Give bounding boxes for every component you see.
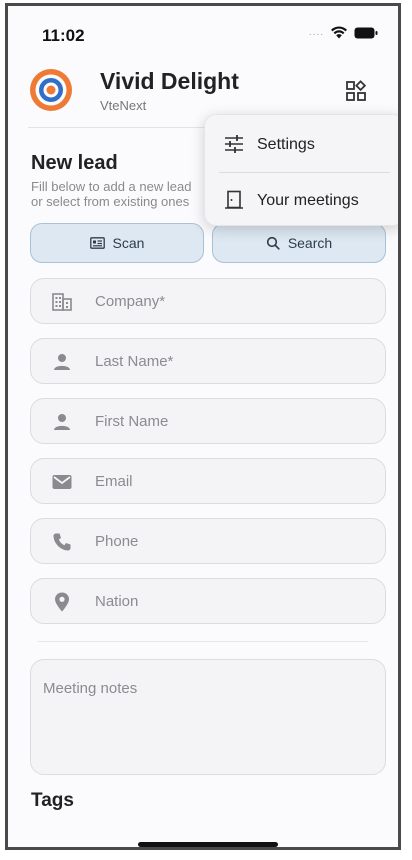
menu-item-label: Settings bbox=[257, 136, 315, 153]
person-icon bbox=[54, 414, 70, 430]
menu-item-settings[interactable]: Settings bbox=[205, 117, 398, 171]
door-icon bbox=[225, 190, 243, 209]
scan-button[interactable]: Scan bbox=[30, 223, 204, 263]
section-title: New lead bbox=[31, 152, 118, 174]
phone-icon bbox=[53, 533, 71, 551]
email-field[interactable]: Email bbox=[30, 458, 386, 504]
location-pin-icon bbox=[55, 592, 69, 612]
sliders-icon bbox=[225, 135, 243, 153]
company-placeholder: Company* bbox=[95, 293, 166, 310]
building-icon bbox=[52, 293, 72, 311]
person-icon bbox=[54, 354, 70, 370]
form-divider bbox=[38, 641, 368, 642]
nation-placeholder: Nation bbox=[95, 593, 139, 610]
nation-field[interactable]: Nation bbox=[30, 578, 386, 624]
battery-icon bbox=[354, 27, 378, 38]
status-icons: .... bbox=[309, 26, 378, 39]
meeting-notes-placeholder: Meeting notes bbox=[43, 680, 138, 697]
search-button[interactable]: Search bbox=[212, 223, 386, 263]
app-subtitle: VteNext bbox=[100, 98, 147, 113]
wifi-icon bbox=[331, 26, 347, 39]
first-name-field[interactable]: First Name bbox=[30, 398, 386, 444]
search-label: Search bbox=[287, 235, 333, 251]
tags-title: Tags bbox=[31, 790, 74, 811]
last-name-field[interactable]: Last Name* bbox=[30, 338, 386, 384]
id-card-icon bbox=[89, 237, 105, 249]
company-field[interactable]: Company* bbox=[30, 278, 386, 324]
section-description: Fill below to add a new lead or select f… bbox=[31, 179, 192, 209]
home-indicator[interactable] bbox=[138, 842, 278, 847]
grid-icon[interactable] bbox=[344, 79, 368, 103]
status-bar: 11:02 .... bbox=[8, 6, 398, 62]
phone-field[interactable]: Phone bbox=[30, 518, 386, 564]
popup-menu: Settings Your meetings bbox=[204, 114, 398, 227]
email-placeholder: Email bbox=[95, 473, 133, 490]
scan-label: Scan bbox=[112, 235, 145, 251]
menu-item-label: Your meetings bbox=[257, 192, 359, 209]
app-title: Vivid Delight bbox=[100, 68, 239, 94]
last-name-placeholder: Last Name* bbox=[95, 353, 174, 370]
logo-icon bbox=[30, 69, 72, 111]
search-icon bbox=[266, 236, 280, 250]
menu-item-meetings[interactable]: Your meetings bbox=[205, 173, 398, 227]
meeting-notes-field[interactable]: Meeting notes bbox=[30, 659, 386, 775]
mail-icon bbox=[52, 475, 72, 489]
phone-frame: 11:02 .... Vivid Delight VteNext New lea… bbox=[5, 3, 401, 850]
signal-icon: .... bbox=[308, 27, 324, 38]
phone-placeholder: Phone bbox=[95, 533, 139, 550]
first-name-placeholder: First Name bbox=[95, 413, 169, 430]
status-time: 11:02 bbox=[42, 26, 85, 45]
action-buttons: Scan Search bbox=[30, 223, 386, 265]
